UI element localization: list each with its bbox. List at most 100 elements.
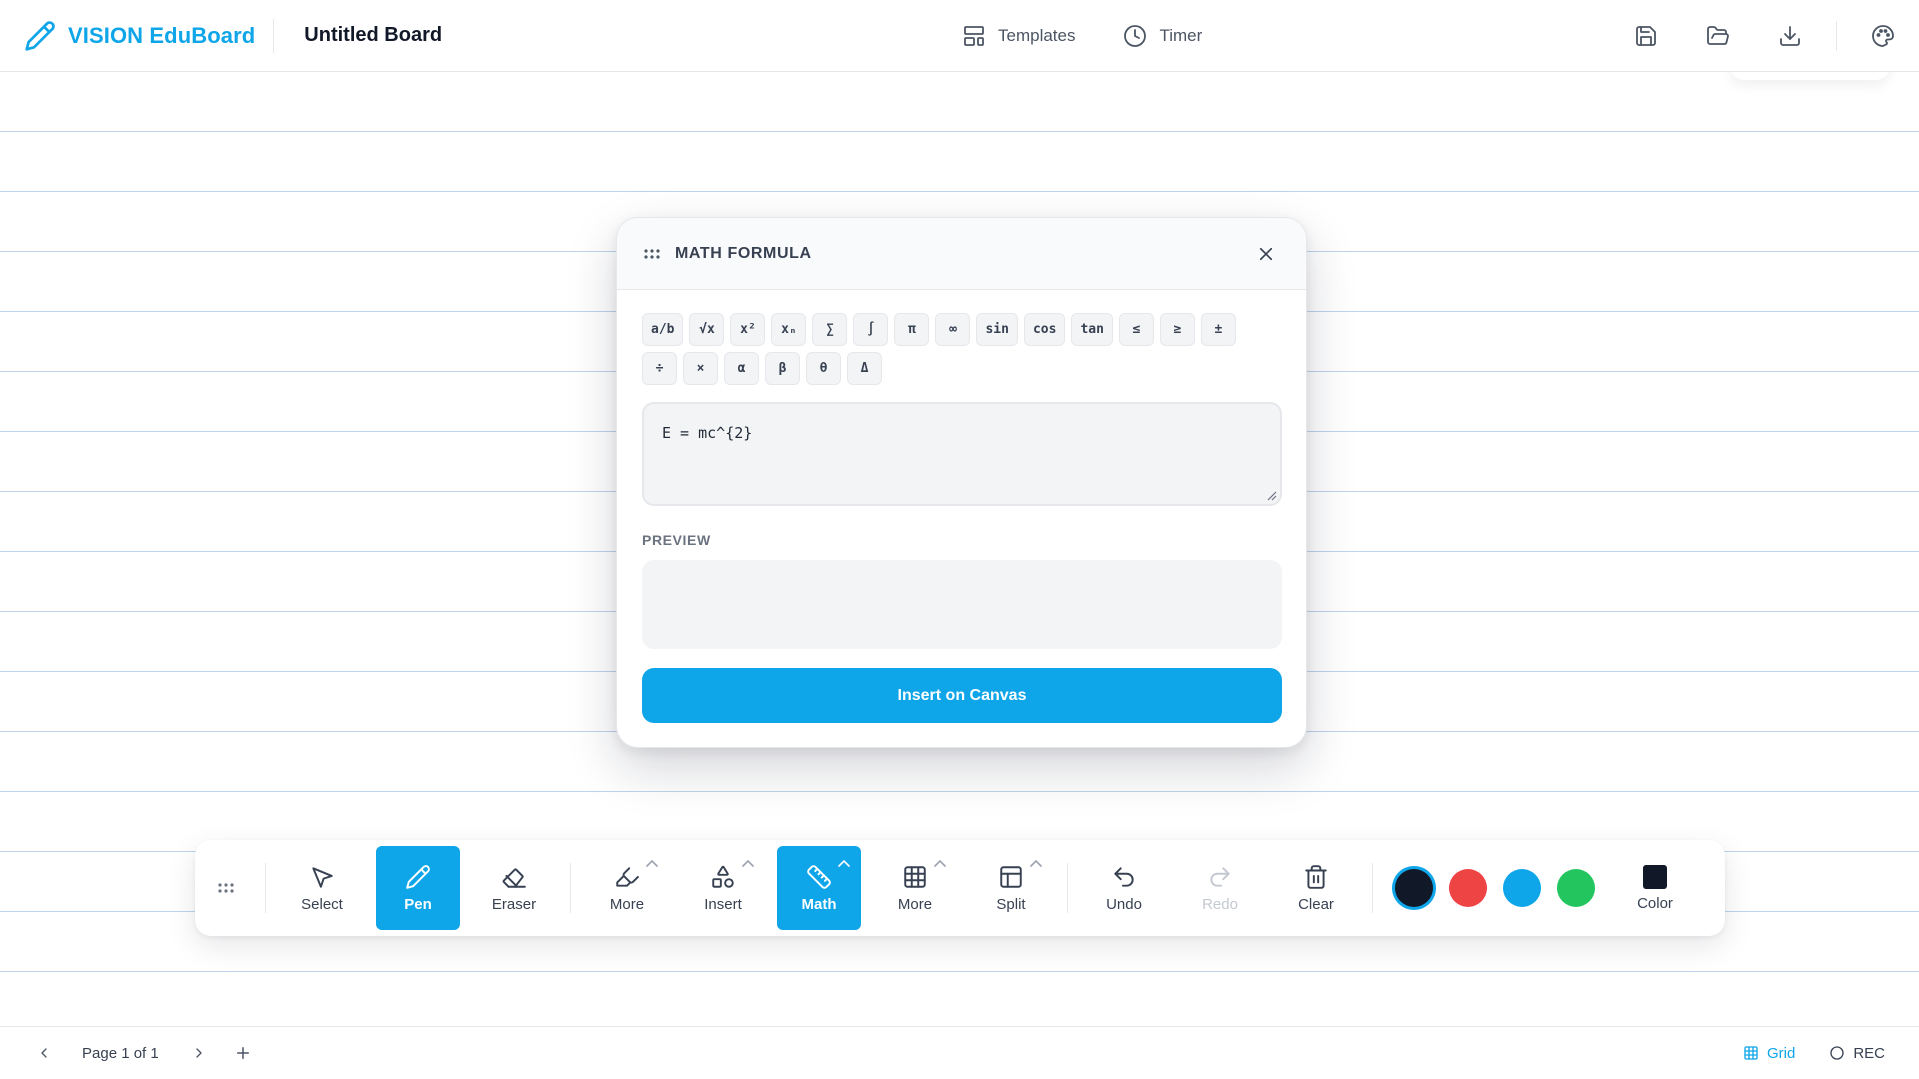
grid-icon (902, 864, 928, 890)
insert-on-canvas-button[interactable]: Insert on Canvas (642, 668, 1282, 723)
symbol-sqrt-button[interactable]: √x (689, 313, 725, 346)
plus-icon (234, 1044, 252, 1062)
symbol-subscript-button[interactable]: xₙ (771, 313, 807, 346)
undo-button[interactable]: Undo (1082, 846, 1166, 930)
close-button[interactable] (1250, 238, 1282, 270)
layout-split-icon (998, 864, 1024, 890)
timer-label: Timer (1159, 26, 1203, 45)
more-grid-label: More (897, 895, 933, 913)
symbol-theta-button[interactable]: θ (806, 352, 841, 385)
color-label: Color (1637, 894, 1673, 912)
symbol-palette: a/b √x x² xₙ ∑ ∫ π ∞ sin cos tan ≤ ≥ ± ÷… (642, 313, 1262, 385)
timer-button[interactable]: Timer (1123, 24, 1202, 48)
pen-logo-icon (24, 20, 56, 52)
insert-shapes-button[interactable]: Insert (681, 846, 765, 930)
drag-dots-icon[interactable] (643, 248, 661, 260)
more-draw-tools-button[interactable]: More (585, 846, 669, 930)
toolbar-drag-handle[interactable] (195, 882, 257, 894)
symbol-sin-button[interactable]: sin (976, 313, 1018, 346)
symbol-plusminus-button[interactable]: ± (1200, 313, 1236, 346)
swatch-blue[interactable] (1503, 869, 1541, 907)
color-picker-button[interactable]: Color (1613, 846, 1697, 930)
chevron-up-icon (933, 858, 947, 868)
undo-label: Undo (1106, 895, 1142, 913)
clock-icon (1123, 24, 1147, 48)
symbol-cos-button[interactable]: cos (1023, 313, 1066, 346)
symbol-alpha-button[interactable]: α (724, 352, 759, 385)
undo-icon (1111, 864, 1137, 890)
pen-label: Pen (404, 895, 432, 913)
more-grid-tools-button[interactable]: More (873, 846, 957, 930)
symbol-delta-button[interactable]: Δ (847, 352, 882, 385)
next-page-button[interactable] (187, 1041, 211, 1065)
record-circle-icon (1829, 1045, 1845, 1061)
symbol-infinity-button[interactable]: ∞ (935, 313, 971, 346)
record-button[interactable]: REC (1829, 1045, 1885, 1062)
trash-icon (1303, 864, 1329, 890)
pen-tool-button[interactable]: Pen (376, 846, 460, 930)
swatch-green[interactable] (1557, 869, 1595, 907)
preview-label: PREVIEW (642, 532, 711, 548)
swatch-red[interactable] (1449, 869, 1487, 907)
redo-button[interactable]: Redo (1178, 846, 1262, 930)
footer-toggles: Grid REC (1743, 1045, 1885, 1062)
symbol-divide-button[interactable]: ÷ (642, 352, 677, 385)
symbol-geq-button[interactable]: ≥ (1159, 313, 1195, 346)
symbol-pi-button[interactable]: π (894, 313, 930, 346)
theme-button[interactable] (1847, 0, 1919, 72)
shapes-icon (710, 864, 736, 890)
chevron-up-icon (741, 858, 755, 868)
header-divider (273, 18, 275, 53)
add-page-button[interactable] (231, 1041, 255, 1065)
board-title[interactable]: Untitled Board (304, 24, 442, 47)
math-dialog-title: MATH FORMULA (675, 244, 812, 262)
chevron-up-icon (645, 858, 659, 868)
download-button[interactable] (1754, 0, 1826, 72)
select-tool-button[interactable]: Select (280, 846, 364, 930)
clear-label: Clear (1298, 895, 1334, 913)
symbol-power-button[interactable]: x² (730, 313, 766, 346)
brand[interactable]: VISION EduBoard (24, 20, 255, 52)
symbol-integral-button[interactable]: ∫ (853, 313, 889, 346)
symbol-leq-button[interactable]: ≤ (1118, 313, 1154, 346)
layout-template-icon (962, 24, 986, 48)
formula-input[interactable]: E = mc^{2} (642, 402, 1282, 506)
symbol-fraction-button[interactable]: a/b (642, 313, 684, 346)
templates-button[interactable]: Templates (962, 24, 1075, 48)
grid-toggle-button[interactable]: Grid (1743, 1045, 1795, 1062)
clear-button[interactable]: Clear (1274, 846, 1358, 930)
symbol-beta-button[interactable]: β (765, 352, 800, 385)
toolbar-divider (1067, 863, 1068, 913)
resize-grip-icon[interactable] (1267, 491, 1277, 501)
previous-page-button[interactable] (32, 1041, 56, 1065)
symbol-tan-button[interactable]: tan (1071, 313, 1113, 346)
symbol-times-button[interactable]: × (683, 352, 718, 385)
toolbar-divider (265, 863, 266, 913)
save-icon (1634, 24, 1658, 48)
eraser-icon (501, 864, 527, 890)
header-actions-divider (1836, 21, 1837, 51)
grid-icon (1743, 1045, 1759, 1061)
split-label: Split (996, 895, 1026, 913)
palette-icon (1871, 24, 1895, 48)
brand-name: VISION EduBoard (68, 22, 256, 48)
color-swatches (1395, 869, 1595, 907)
math-tool-button[interactable]: Math (777, 846, 861, 930)
app-header: VISION EduBoard Untitled Board Templates… (0, 0, 1919, 72)
page-indicator: Page 1 of 1 (82, 1044, 159, 1062)
folder-open-icon (1706, 24, 1730, 48)
pen-icon (405, 864, 431, 890)
swatch-black[interactable] (1395, 869, 1433, 907)
open-button[interactable] (1682, 0, 1754, 72)
symbol-sum-button[interactable]: ∑ (812, 313, 848, 346)
formula-value: E = mc^{2} (662, 424, 753, 442)
insert-label: Insert (704, 895, 742, 913)
save-button[interactable] (1610, 0, 1682, 72)
split-view-button[interactable]: Split (969, 846, 1053, 930)
grid-label: Grid (1766, 1044, 1796, 1062)
math-dialog-header[interactable]: MATH FORMULA (617, 218, 1306, 290)
more-draw-label: More (609, 895, 645, 913)
eraser-tool-button[interactable]: Eraser (472, 846, 556, 930)
pointer-icon (309, 864, 335, 890)
highlighter-icon (614, 864, 640, 890)
